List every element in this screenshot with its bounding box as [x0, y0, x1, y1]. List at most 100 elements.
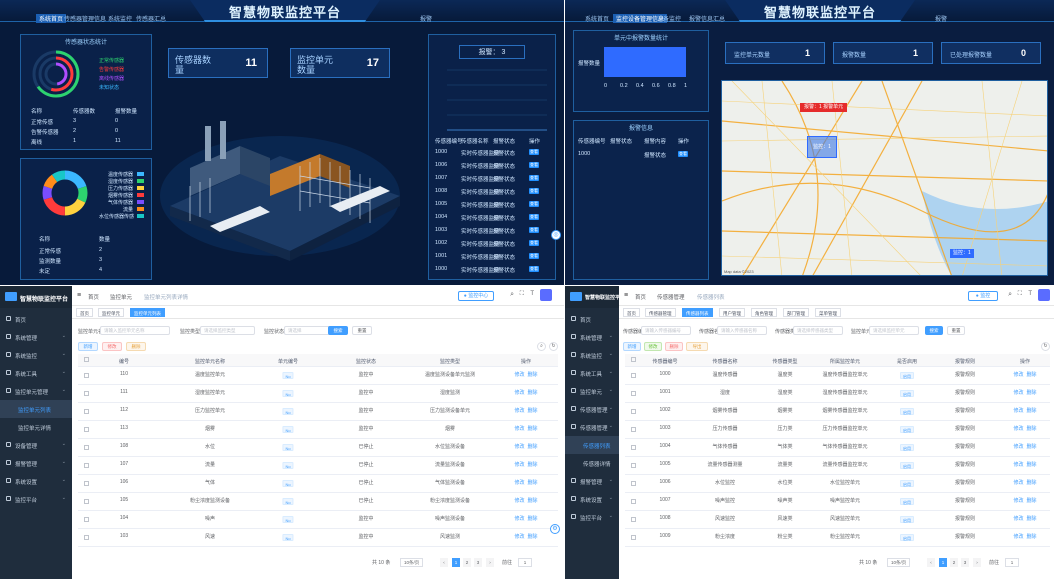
sidebar-item[interactable]: 系统管理 ⌄: [565, 328, 619, 346]
size-icon[interactable]: T: [1028, 291, 1032, 297]
prev-page-button[interactable]: ‹: [440, 558, 448, 567]
tag-item[interactable]: 传感器管理: [645, 308, 676, 317]
row-edit-link[interactable]: 修改: [1013, 516, 1023, 522]
breadcrumb-item[interactable]: 监控单元: [110, 293, 132, 301]
row-edit-link[interactable]: 修改: [1013, 462, 1023, 468]
search-icon[interactable]: ⌕: [510, 291, 514, 299]
alarm-view-button[interactable]: 查看: [529, 240, 539, 246]
sidebar-item[interactable]: 监控平台 ⌄: [0, 490, 72, 508]
table-row[interactable]: 103 风速 No 监控中 风速监测 修改 删除: [78, 529, 558, 547]
row-checkbox[interactable]: [84, 517, 89, 522]
row-edit-link[interactable]: 修改: [514, 480, 524, 486]
table-row[interactable]: 107 流量 No 已停止 流量监测设备 修改 删除: [78, 457, 558, 475]
row-delete-link[interactable]: 删除: [1027, 516, 1037, 522]
breadcrumb-item[interactable]: 首页: [88, 293, 99, 301]
tag-item[interactable]: 监控单元: [98, 308, 124, 317]
row-checkbox[interactable]: [84, 535, 89, 540]
sidebar-item[interactable]: 监控单元详情: [0, 418, 72, 436]
row-edit-link[interactable]: 修改: [1013, 408, 1023, 414]
goto-page-input[interactable]: 1: [1005, 558, 1019, 567]
sidebar-item[interactable]: 系统设置 ⌄: [565, 490, 619, 508]
alarm-view-button[interactable]: 查看: [529, 149, 539, 155]
alarm-view-button[interactable]: 查看: [529, 162, 539, 168]
table-row[interactable]: 1004 气体传感器 气体类 气体传感器监控单元 启用 报警规则 修改 删除: [625, 439, 1050, 457]
tag-item[interactable]: 首页: [76, 308, 93, 317]
table-row[interactable]: 113 烟雾 No 监控中 烟雾 修改 删除: [78, 421, 558, 439]
alarm-view-button[interactable]: 查看: [529, 201, 539, 207]
row-delete-link[interactable]: 删除: [528, 372, 538, 378]
nav-tab[interactable]: 传感器管理信息: [64, 14, 106, 23]
settings-float-button[interactable]: ⚙: [550, 524, 560, 534]
select-all-checkbox[interactable]: [84, 357, 89, 362]
page-size-select[interactable]: 10条/页: [887, 558, 911, 567]
row-delete-link[interactable]: 删除: [1027, 372, 1037, 378]
table-row[interactable]: 1007 噪声监控 噪声类 噪声监控单元 启用 报警规则 修改 删除: [625, 493, 1050, 511]
row-delete-link[interactable]: 删除: [528, 462, 538, 468]
table-row[interactable]: 1005 流量传感器测量 流量类 流量传感器监控单元 启用 报警规则 修改 删除: [625, 457, 1050, 475]
sidebar-item[interactable]: 系统监控 ⌄: [0, 346, 72, 364]
table-row[interactable]: 105 粉尘浓度监测设备 No 已停止 粉尘浓度监测设备 修改 删除: [78, 493, 558, 511]
table-row[interactable]: 1008 风速监控 风速类 风速监控单元 启用 报警规则 修改 删除: [625, 511, 1050, 529]
side-toggle-button[interactable]: ◎: [551, 230, 561, 240]
row-checkbox[interactable]: [631, 517, 636, 522]
fullscreen-icon[interactable]: ⛶: [1018, 291, 1022, 298]
sidebar-item[interactable]: 系统设置 ⌄: [0, 472, 72, 490]
row-edit-link[interactable]: 修改: [514, 498, 524, 504]
row-delete-link[interactable]: 删除: [528, 516, 538, 522]
sensor-no-input[interactable]: 请输入传感器编号: [641, 326, 691, 335]
avatar[interactable]: [540, 289, 552, 301]
edit-button[interactable]: 删除: [126, 342, 146, 351]
sidebar-item[interactable]: 监控单元 ⌄: [565, 382, 619, 400]
tag-item[interactable]: 传感器列表: [682, 308, 713, 317]
page-number[interactable]: 2: [950, 558, 958, 567]
row-edit-link[interactable]: 修改: [1013, 372, 1023, 378]
reset-button[interactable]: 重置: [352, 326, 372, 335]
table-row[interactable]: 1000 温度传感器 温度类 温度传感器监控单元 启用 报警规则 修改 删除: [625, 367, 1050, 385]
row-edit-link[interactable]: 修改: [514, 444, 524, 450]
table-row[interactable]: 112 压力监控单元 No 监控中 压力监测设备单元 修改 删除: [78, 403, 558, 421]
sensor-type-select[interactable]: 请选择传感器类型: [793, 326, 843, 335]
page-number[interactable]: 3: [961, 558, 969, 567]
sidebar-item[interactable]: 设备管理 ⌄: [0, 436, 72, 454]
row-checkbox[interactable]: [631, 535, 636, 540]
row-checkbox[interactable]: [631, 391, 636, 396]
nav-tab[interactable]: 系统首页: [585, 14, 609, 23]
page-number[interactable]: 1: [939, 558, 947, 567]
sidebar-item[interactable]: 系统工具 ⌄: [0, 364, 72, 382]
row-edit-link[interactable]: 修改: [514, 372, 524, 378]
row-edit-link[interactable]: 修改: [1013, 390, 1023, 396]
search-icon[interactable]: ⌕: [1008, 291, 1012, 299]
row-edit-link[interactable]: 修改: [514, 516, 524, 522]
table-row[interactable]: 1001 湿度 湿度类 湿度传感器监控单元 启用 报警规则 修改 删除: [625, 385, 1050, 403]
row-delete-link[interactable]: 删除: [1027, 462, 1037, 468]
avatar[interactable]: [1038, 289, 1050, 301]
map-unit-marker[interactable]: 监控：1: [950, 249, 974, 258]
toggle-search-icon[interactable]: ⌕: [537, 342, 546, 351]
row-delete-link[interactable]: 删除: [528, 444, 538, 450]
row-edit-link[interactable]: 修改: [514, 534, 524, 540]
sidebar-item[interactable]: 系统监控 ⌄: [565, 346, 619, 364]
tag-item[interactable]: 部门管理: [783, 308, 809, 317]
search-button[interactable]: 搜索: [925, 326, 943, 335]
reset-button[interactable]: 重置: [947, 326, 965, 335]
unit-name-input[interactable]: 请输入监控单元名称: [100, 326, 170, 335]
table-row[interactable]: 1002 烟雾传感器 烟雾类 烟雾传感器监控单元 启用 报警规则 修改 删除: [625, 403, 1050, 421]
sidebar-item[interactable]: 首页: [565, 310, 619, 328]
next-page-button[interactable]: ›: [973, 558, 981, 567]
map-alarm-marker[interactable]: 报警：1 报警单元: [800, 103, 848, 112]
export-button[interactable]: 导出: [686, 342, 708, 351]
page-size-select[interactable]: 10条/页: [400, 558, 424, 567]
unit-select[interactable]: 请选择监控单元: [869, 326, 919, 335]
row-checkbox[interactable]: [84, 391, 89, 396]
row-delete-link[interactable]: 删除: [1027, 480, 1037, 486]
next-page-button[interactable]: ›: [486, 558, 494, 567]
nav-tab-alarm[interactable]: 报警: [420, 14, 432, 23]
delete-button[interactable]: 删除: [665, 342, 683, 351]
alarm-view-button[interactable]: 查看: [529, 214, 539, 220]
page-number[interactable]: 3: [474, 558, 482, 567]
row-edit-link[interactable]: 修改: [514, 462, 524, 468]
table-row[interactable]: 1009 粉尘浓度 粉尘类 粉尘监控单元 启用 报警规则 修改 删除: [625, 529, 1050, 547]
sidebar-item[interactable]: 首页: [0, 310, 72, 328]
sidebar-item[interactable]: 传感器管理 ⌄: [565, 418, 619, 436]
row-edit-link[interactable]: 修改: [514, 426, 524, 432]
